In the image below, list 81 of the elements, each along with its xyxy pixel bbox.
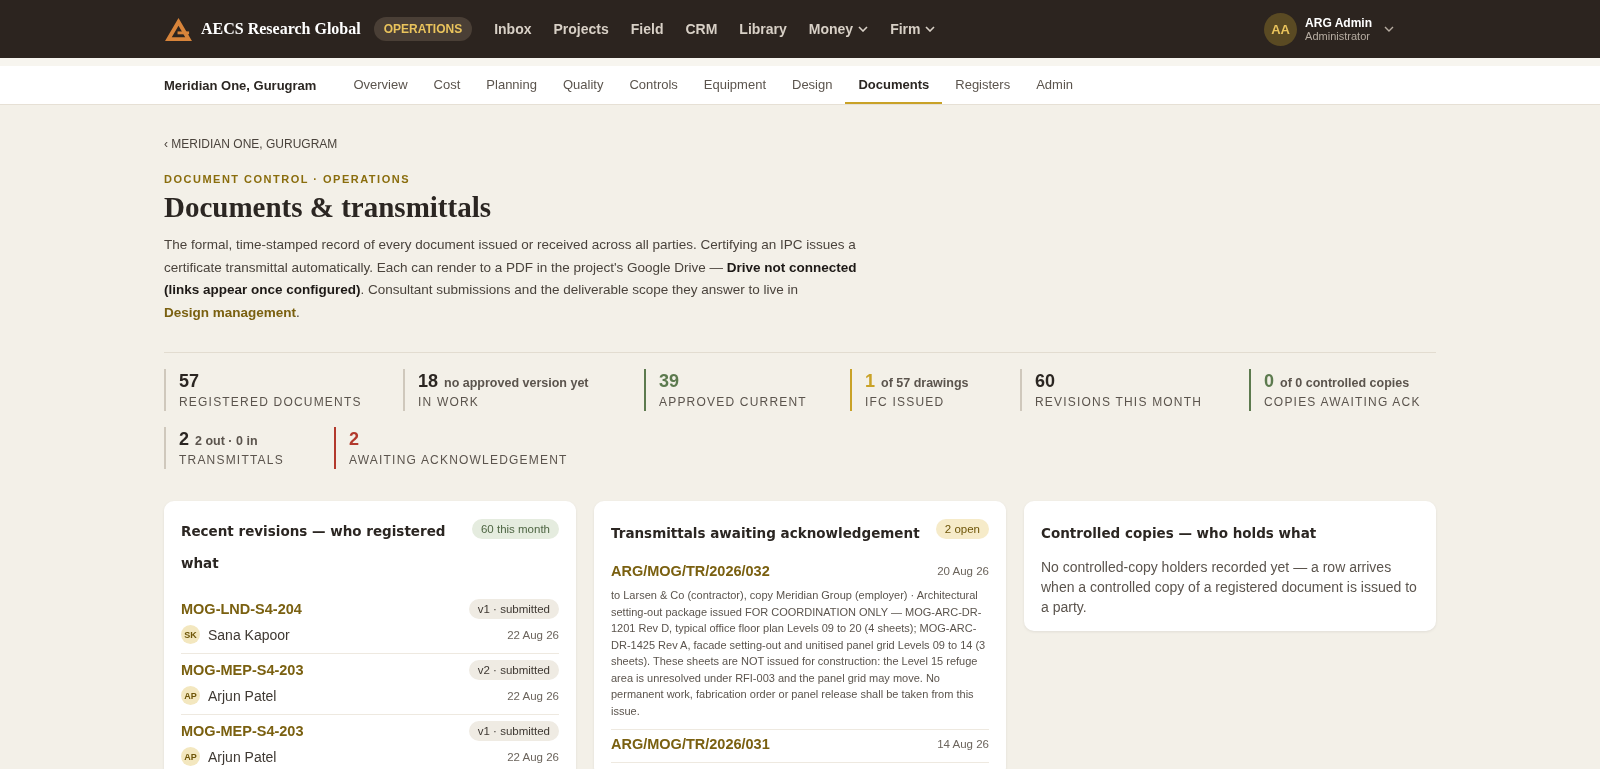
revision-date: 22 Aug 26: [507, 628, 559, 641]
stat-label: IFC ISSUED: [865, 395, 946, 409]
transmittal-link[interactable]: ARG/MOG/TR/2026/031: [611, 736, 770, 752]
nav-link[interactable]: Firm: [890, 21, 936, 37]
nav-link[interactable]: Projects: [553, 21, 609, 37]
nav-link[interactable]: Money: [808, 21, 869, 37]
person-avatar: AP: [181, 686, 200, 705]
stat-note: of 0 controlled copies: [1280, 376, 1410, 390]
user-avatar[interactable]: AA: [1264, 12, 1298, 46]
stat-note: no approved version yet: [444, 376, 589, 390]
stat-label: AWAITING ACKNOWLEDGEMENT: [349, 453, 568, 467]
document-link[interactable]: MOG-LND-S4-204: [181, 601, 302, 617]
stat-value: 1: [865, 371, 875, 392]
person-name: Arjun Patel: [208, 687, 278, 704]
stat-label: TRANSMITTALS: [179, 453, 284, 467]
project-tab[interactable]: Cost: [420, 66, 474, 104]
logo-icon: [164, 16, 193, 42]
stat-label: COPIES AWAITING ACK: [1264, 395, 1421, 409]
stat-note: of 57 drawings: [881, 376, 969, 390]
count-badge: 2 open: [935, 519, 989, 539]
chevron-icon: [925, 26, 936, 32]
stat-accent-bar: [164, 427, 166, 469]
card-title: Recent revisions — who registered what: [181, 522, 447, 573]
person-name: Sana Kapoor: [208, 626, 291, 643]
revision-date: 22 Aug 26: [507, 750, 559, 763]
user-role: Administrator: [1305, 30, 1371, 42]
nav-link[interactable]: Field: [630, 21, 664, 37]
nav-link[interactable]: Library: [739, 21, 787, 37]
empty-message: No controlled-copy holders recorded yet — a row arrives when a controlled copy of a registered document is issued to a party.: [1041, 558, 1418, 617]
transmittal-date: 14 Aug 26: [937, 738, 989, 750]
stat-value: 2: [179, 429, 189, 450]
brand-name[interactable]: AECS Research Global: [201, 20, 361, 38]
stat-accent-bar: [164, 369, 166, 411]
status-badge: v2 · submitted: [468, 660, 559, 680]
project-tab[interactable]: Documents: [845, 66, 943, 104]
project-tab[interactable]: Controls: [616, 66, 691, 104]
project-name: Meridian One, Gurugram: [164, 77, 317, 93]
project-tab[interactable]: Quality: [549, 66, 617, 104]
count-badge: 60 this month: [471, 519, 559, 539]
transmittal-link[interactable]: ARG/MOG/TR/2026/032: [611, 563, 770, 579]
stat-value: 0: [1264, 371, 1274, 392]
stat-value: 57: [179, 371, 200, 392]
card-title: Transmittals awaiting acknowledgement: [611, 524, 920, 543]
chevron-icon: [858, 26, 869, 32]
project-tab[interactable]: Planning: [473, 66, 550, 104]
revision-date: 22 Aug 26: [507, 689, 559, 702]
section-eyebrow: DOCUMENT CONTROL · OPERATIONS: [164, 173, 411, 185]
stat-value: 2: [349, 429, 359, 450]
nav-link[interactable]: Inbox: [494, 21, 532, 37]
workspace-badge: OPERATIONS: [373, 17, 473, 41]
project-tab[interactable]: Equipment: [690, 66, 779, 104]
person-avatar: AP: [181, 747, 200, 766]
project-tab[interactable]: Overview: [340, 66, 421, 104]
status-badge: v1 · submitted: [468, 721, 559, 741]
page-description: The formal, time-stamped record of every document issued or received across all parties. Certifying an IPC issues a certificate transmittal automatically. Each can render to a PDF in the project's Google Drive — Drive not connected (links appear once configured). Consultant submissions and the deliverable scope they answer to live in Design management.: [164, 236, 858, 322]
project-tab[interactable]: Design: [779, 66, 846, 104]
card-title: Controlled copies — who holds what: [1041, 524, 1317, 543]
nav-link[interactable]: CRM: [685, 21, 718, 37]
project-tab[interactable]: Admin: [1023, 66, 1087, 104]
stat-accent-bar: [1020, 369, 1022, 411]
document-link[interactable]: MOG-MEP-S4-203: [181, 723, 304, 739]
stat-label: REGISTERED DOCUMENTS: [179, 395, 362, 409]
project-tab[interactable]: Registers: [942, 66, 1024, 104]
stat-note: 2 out · 0 in: [195, 434, 258, 448]
stat-accent-bar: [403, 369, 405, 411]
stat-label: APPROVED CURRENT: [659, 395, 807, 409]
stat-value: 39: [659, 371, 680, 392]
person-avatar: SK: [181, 625, 200, 644]
stat-label: REVISIONS THIS MONTH: [1035, 395, 1203, 409]
user-name: ARG Admin: [1305, 16, 1372, 30]
document-link[interactable]: MOG-MEP-S4-203: [181, 662, 304, 678]
transmittal-date: 20 Aug 26: [937, 565, 989, 577]
stat-label: IN WORK: [418, 395, 481, 409]
status-badge: v1 · submitted: [468, 599, 559, 619]
person-name: Arjun Patel: [208, 748, 278, 765]
breadcrumb-link[interactable]: ‹ MERIDIAN ONE, GURUGRAM: [164, 137, 1436, 151]
stat-value: 60: [1035, 371, 1056, 392]
transmittal-detail: to Larsen & Co (contractor), copy Meridian Group (employer) · Architectural setting-out package issued FOR COORDINATION ONLY — MOG-ARC-DR-1201 Rev D, typical office floor plan Levels 09 to 20 (4 sheets); MOG-ARC-DR-1425 Rev A, facade setting-out and unitised panel grid Levels 09 to 14 (3 sheets). These sheets are NOT issued for construction: the Level 15 refuge area is unresolved under RFI-003 and the panel grid may move. No permanent work, fabrication order or panel release shall be taken from this issue.: [611, 588, 987, 719]
chevron-icon[interactable]: [1384, 26, 1394, 32]
page-title: Documents & transmittals: [164, 191, 492, 224]
stat-value: 18: [418, 371, 439, 392]
